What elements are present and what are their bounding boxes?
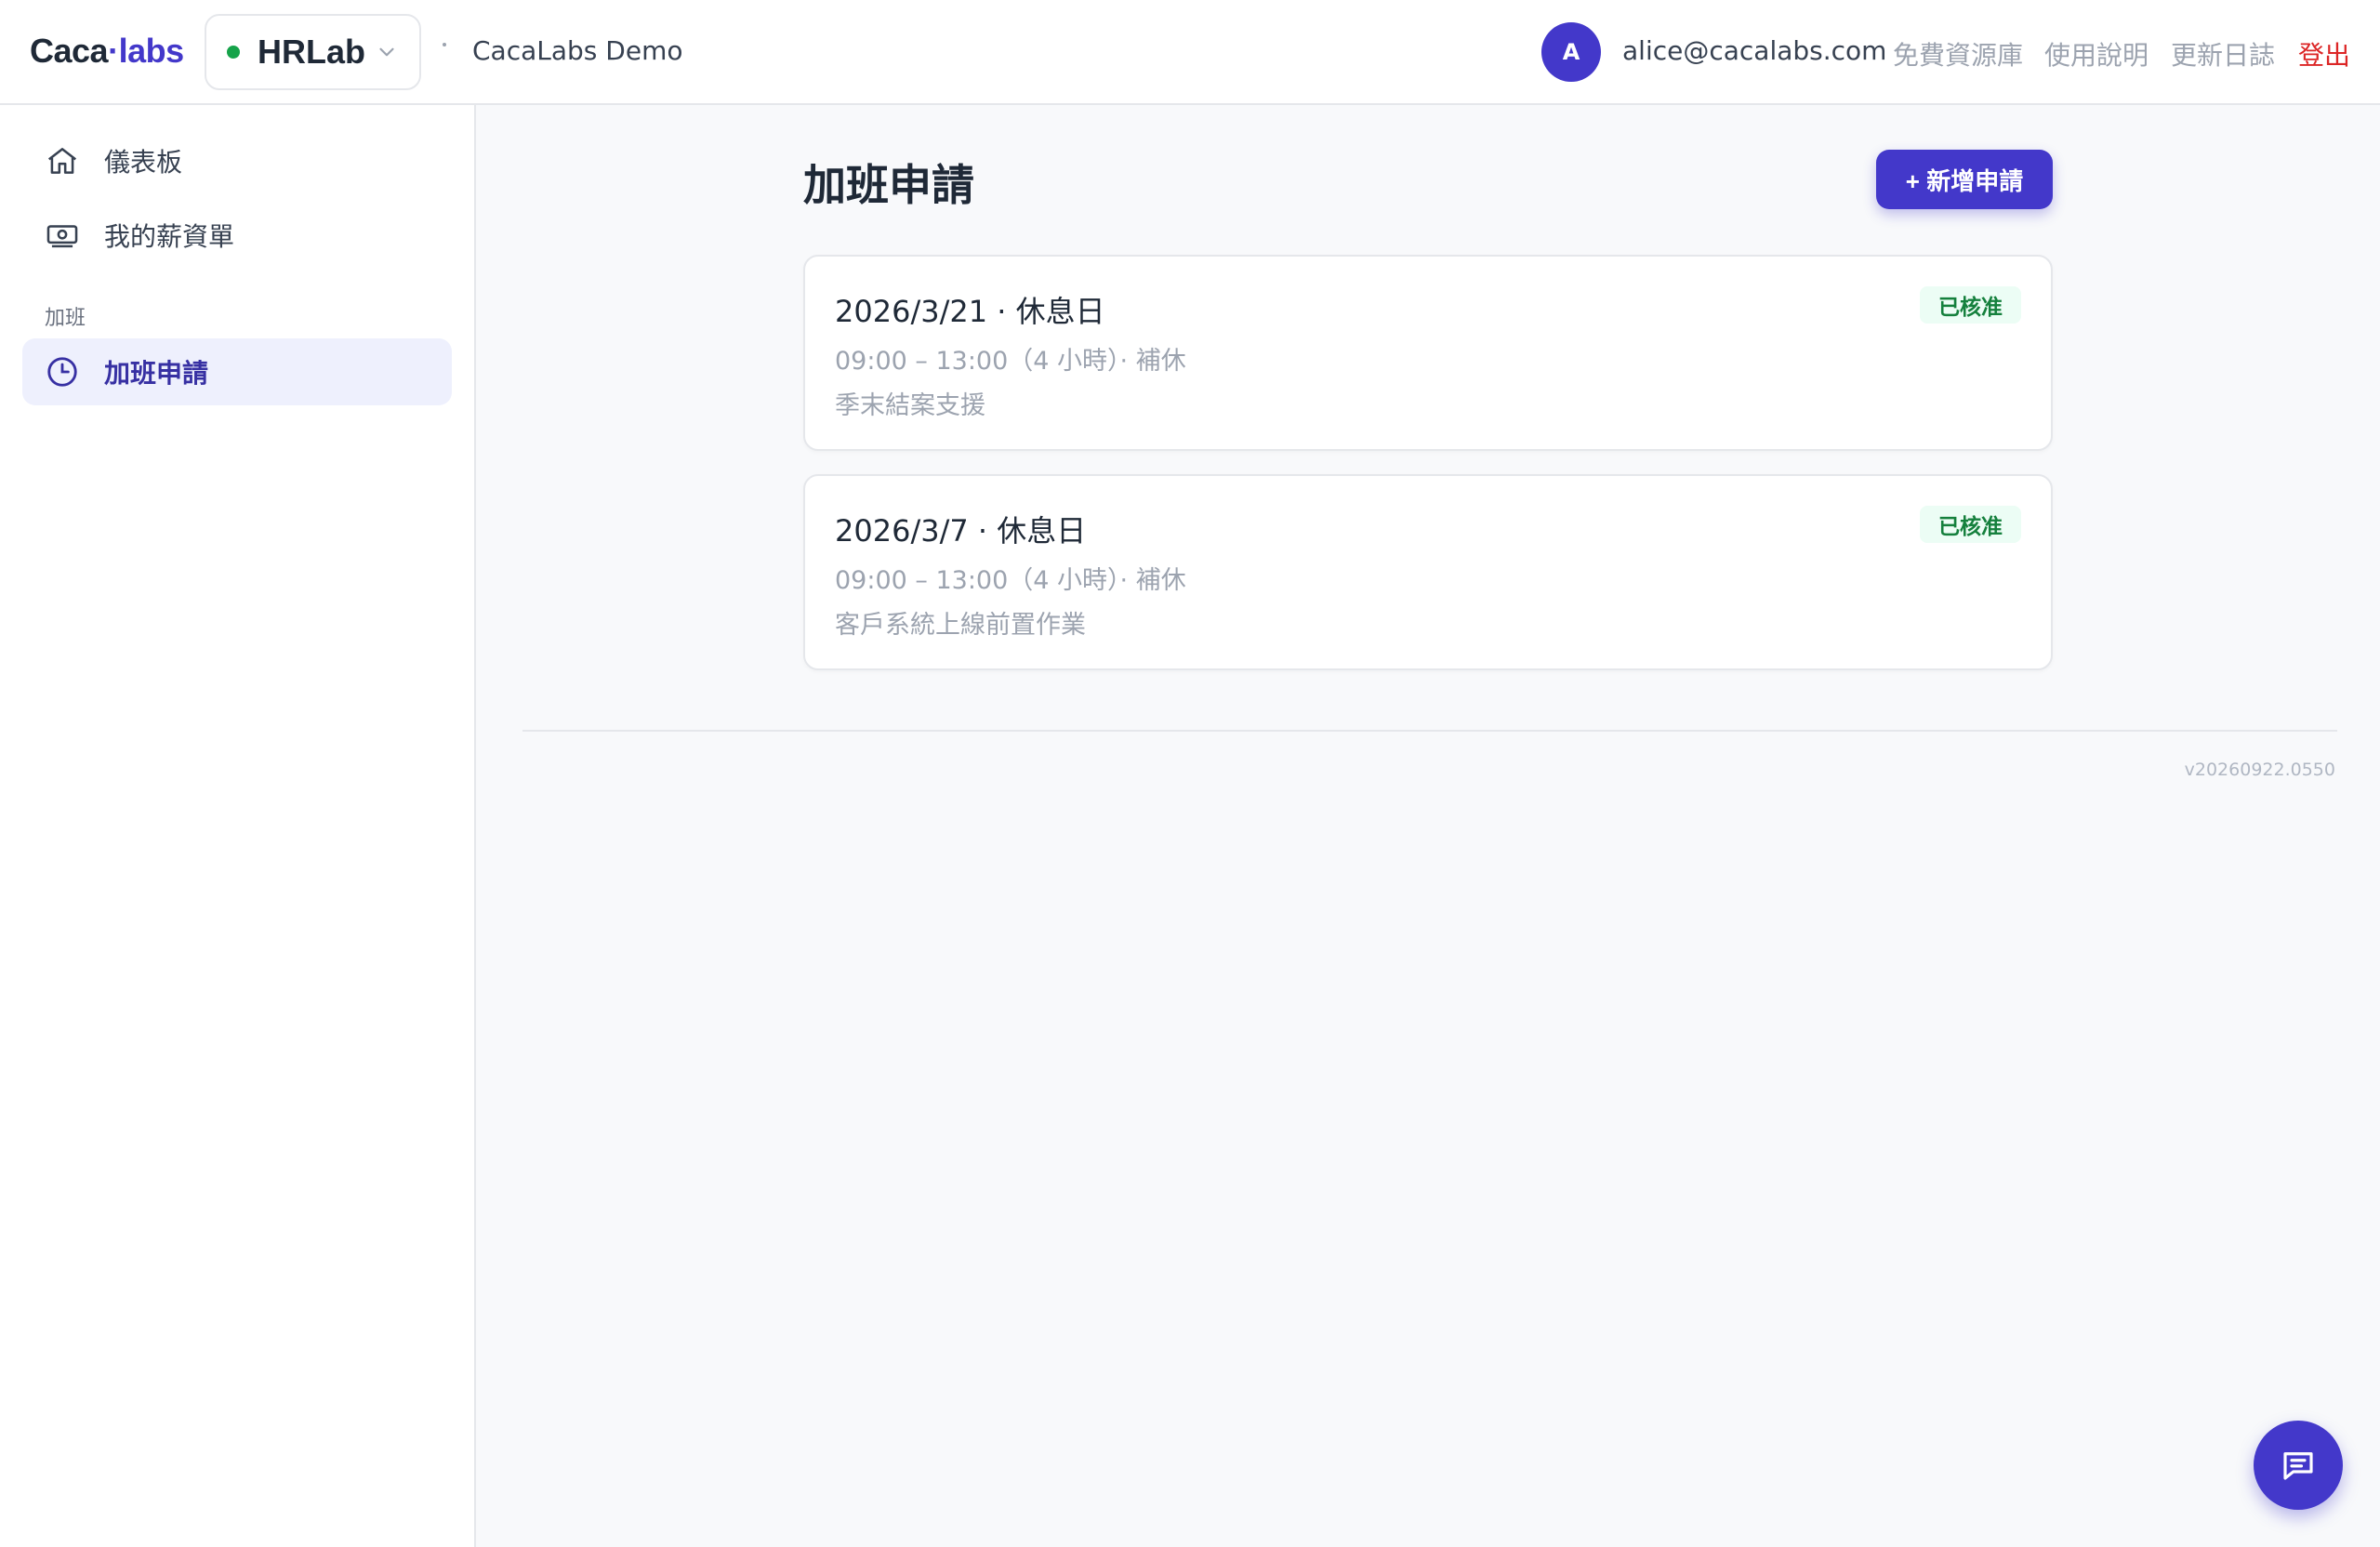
status-dot [227,46,240,59]
main-content: 加班申請 + 新增申請 2026/3/21 · 休息日 09:00 – 13:0… [478,105,2380,1547]
organization-name: CacaLabs Demo [472,35,683,66]
chat-button[interactable] [2254,1421,2343,1510]
chat-icon [2283,1452,2313,1480]
clock-icon [47,357,77,387]
sidebar-item-label: 儀表板 [104,147,183,178]
logo[interactable]: Caca·labs [30,32,184,71]
request-title: 2026/3/7 · 休息日 [835,513,1087,549]
app-switcher[interactable]: HRLab [205,14,421,90]
logout-link[interactable]: 登出 [2298,35,2350,73]
resources-link[interactable]: 免費資源庫 [1893,35,2023,73]
sidebar: 儀表板 我的薪資單 加班 加班申請 [0,105,476,1547]
new-request-button[interactable]: + 新增申請 [1876,150,2053,209]
sidebar-item-overtime[interactable]: 加班申請 [22,338,452,405]
status-badge: 已核准 [1920,286,2021,324]
home-icon [47,148,77,174]
request-time: 09:00 – 13:00（4 小時）· 補休 [835,566,1186,595]
request-time: 09:00 – 13:00（4 小時）· 補休 [835,347,1186,376]
avatar[interactable]: A [1541,22,1601,82]
sidebar-item-payslip[interactable]: 我的薪資單 [22,202,452,269]
status-badge: 已核准 [1920,506,2021,543]
version-label: v20260922.0550 [2184,760,2335,780]
chevron-down-icon [379,47,394,57]
request-title: 2026/3/21 · 休息日 [835,294,1105,329]
request-note: 客戶系統上線前置作業 [835,611,1086,640]
money-icon [46,225,78,248]
page-title: 加班申請 [803,160,974,210]
app-name: HRLab [258,33,365,71]
user-email: alice@cacalabs.com [1622,35,1887,66]
sidebar-section-title: 加班 [45,307,86,330]
sidebar-item-dashboard[interactable]: 儀表板 [22,127,452,194]
sidebar-item-label: 加班申請 [104,358,209,389]
changelog-link[interactable]: 更新日誌 [2171,35,2275,73]
sidebar-item-label: 我的薪資單 [104,221,235,252]
overtime-request-card[interactable]: 2026/3/7 · 休息日 09:00 – 13:00（4 小時）· 補休 客… [803,474,2053,670]
overtime-request-card[interactable]: 2026/3/21 · 休息日 09:00 – 13:00（4 小時）· 補休 … [803,255,2053,451]
separator-dot [443,43,446,46]
footer-divider [522,730,2337,732]
top-bar: Caca·labs HRLab CacaLabs Demo A alice@ca… [0,0,2380,105]
manual-link[interactable]: 使用說明 [2044,35,2149,73]
request-note: 季末結案支援 [835,391,985,420]
